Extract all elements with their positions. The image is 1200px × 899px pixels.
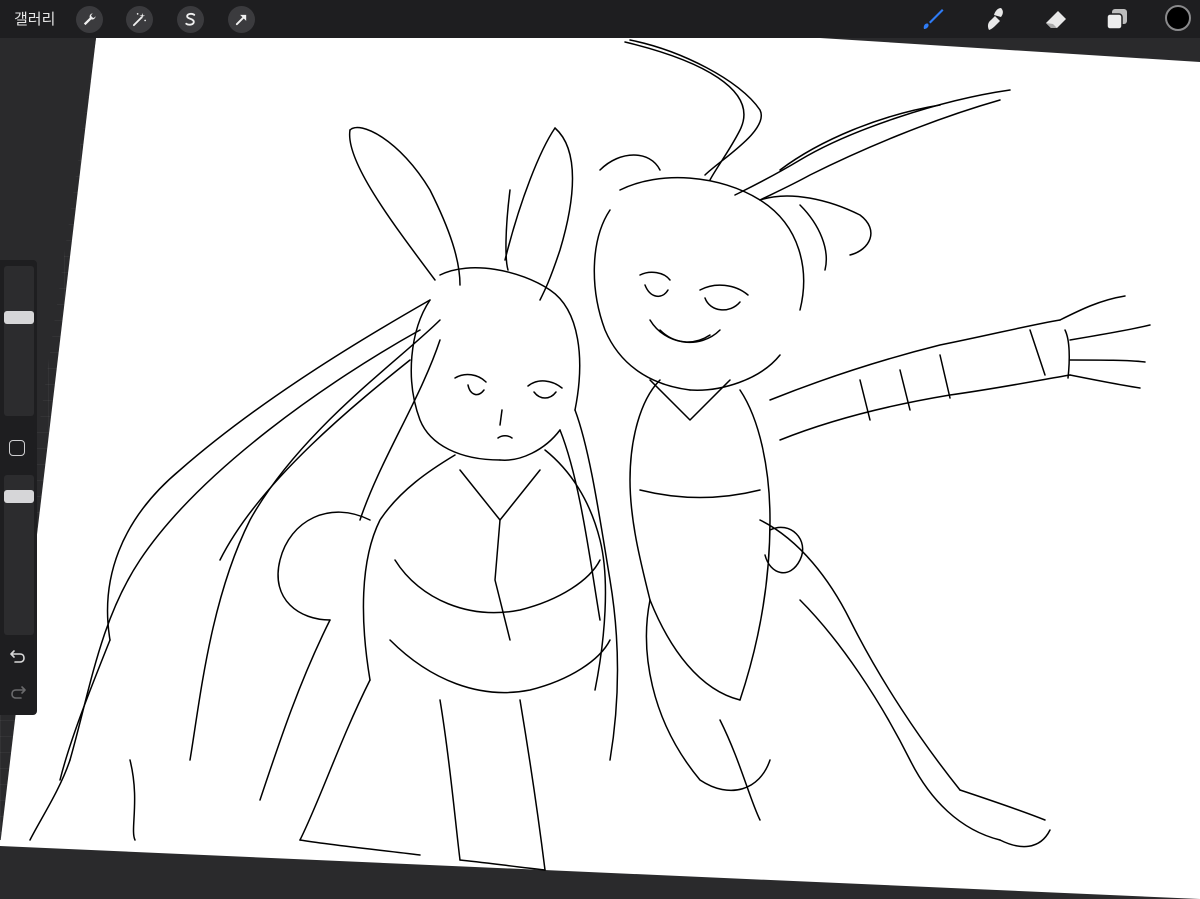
left-sidebar <box>0 260 37 715</box>
eraser-button[interactable] <box>1042 5 1070 33</box>
redo-icon[interactable] <box>8 682 28 702</box>
drawing-canvas[interactable] <box>0 0 1200 899</box>
eraser-icon <box>1046 11 1066 28</box>
magic-wand-icon <box>132 12 146 27</box>
top-toolbar: 갤러리 <box>0 0 1200 38</box>
undo-icon[interactable] <box>8 646 28 666</box>
layers-icon <box>1106 9 1127 30</box>
brush-button[interactable] <box>919 5 947 33</box>
wrench-icon <box>83 13 96 26</box>
arrow-cursor-icon <box>235 14 247 26</box>
transform-button[interactable] <box>228 6 255 33</box>
brush-size-thumb[interactable] <box>4 311 34 324</box>
brush-icon <box>923 9 944 29</box>
gallery-button[interactable]: 갤러리 <box>14 8 55 30</box>
actions-button[interactable] <box>76 6 103 33</box>
opacity-thumb[interactable] <box>4 490 34 503</box>
adjustments-button[interactable] <box>126 6 153 33</box>
smudge-icon <box>987 8 1003 30</box>
layers-button[interactable] <box>1103 5 1131 33</box>
brush-size-slider[interactable] <box>4 266 34 416</box>
selection-button[interactable] <box>177 6 204 33</box>
smudge-button[interactable] <box>980 5 1008 33</box>
opacity-slider[interactable] <box>4 475 34 635</box>
color-picker-button[interactable] <box>1165 5 1191 31</box>
modify-square-icon[interactable] <box>9 440 25 456</box>
selection-s-icon <box>185 12 196 26</box>
